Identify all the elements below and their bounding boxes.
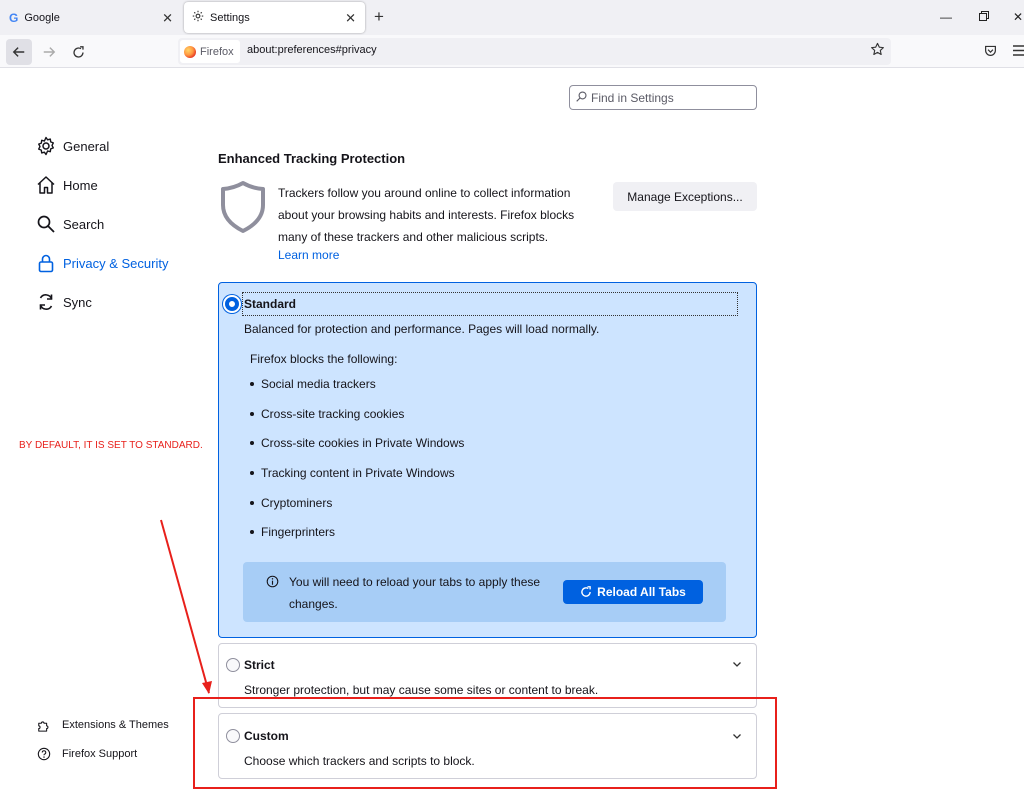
strict-label[interactable]: Strict (244, 658, 275, 672)
back-button[interactable] (6, 39, 32, 65)
reload-button[interactable] (65, 39, 91, 65)
identity-box[interactable]: Firefox (180, 40, 240, 63)
list-item-label: Cross-site tracking cookies (261, 407, 405, 421)
list-item-label: Tracking content in Private Windows (261, 466, 455, 480)
gear-icon (36, 136, 56, 156)
sidebar-link-label: Extensions & Themes (62, 719, 169, 731)
reload-icon (72, 45, 84, 58)
annotation-highlight-box (193, 697, 777, 789)
list-item-label: Social media trackers (261, 377, 376, 391)
menu-icon[interactable] (1013, 44, 1024, 60)
tab-label: Google (24, 11, 60, 24)
chevron-down-icon[interactable] (732, 656, 742, 671)
back-arrow-icon (12, 47, 25, 57)
close-tab-icon[interactable]: ✕ (162, 11, 173, 24)
tab-google[interactable]: G Google ✕ (0, 1, 182, 34)
info-icon (266, 575, 279, 591)
section-title: Enhanced Tracking Protection (218, 151, 406, 166)
sidebar-link-firefox-support[interactable]: Firefox Support (37, 747, 137, 761)
puzzle-icon (37, 718, 51, 732)
sidebar-item-label: Home (63, 177, 98, 193)
restore-icon[interactable] (979, 10, 989, 24)
sidebar-item-label: Privacy & Security (63, 255, 169, 271)
focus-ring (242, 292, 738, 316)
standard-description: Balanced for protection and performance.… (244, 322, 600, 336)
learn-more-link[interactable]: Learn more (278, 248, 339, 262)
list-item-label: Fingerprinters (261, 525, 336, 539)
sidebar-item-label: General (63, 138, 110, 154)
sidebar-link-label: Firefox Support (62, 748, 138, 760)
tab-strip: G Google ✕ Settings ✕ + — ✕ (0, 0, 1024, 35)
bullet-icon (250, 381, 254, 386)
bookmark-star-icon[interactable] (870, 42, 885, 60)
reload-icon (581, 586, 591, 597)
google-g-icon: G (9, 10, 19, 25)
shield-icon (218, 180, 268, 237)
gear-icon (192, 10, 204, 25)
sync-icon (36, 292, 56, 312)
find-in-settings-input[interactable] (591, 90, 751, 105)
annotation-arrow (160, 519, 212, 694)
sidebar-item-general[interactable]: General (36, 135, 109, 157)
url-text[interactable]: about:preferences#privacy (247, 44, 377, 56)
find-in-settings-box[interactable] (569, 85, 757, 110)
sidebar-item-privacy-security[interactable]: Privacy & Security (36, 252, 168, 274)
forward-arrow-icon (43, 47, 56, 57)
list-item-label: Cross-site cookies in Private Windows (261, 436, 465, 450)
list-item-label: Cryptominers (261, 496, 333, 510)
lock-icon (36, 253, 56, 273)
etp-description: Trackers follow you around online to col… (278, 186, 575, 244)
sidebar-item-label: Search (63, 216, 105, 232)
reload-all-tabs-label: Reload All Tabs (597, 585, 686, 599)
help-icon (37, 747, 51, 761)
manage-exceptions-button[interactable]: Manage Exceptions... (613, 182, 757, 211)
search-icon (36, 214, 56, 234)
standard-radio[interactable] (225, 297, 239, 311)
tab-label: Settings (210, 11, 250, 24)
sidebar-item-sync[interactable]: Sync (36, 291, 92, 313)
bullet-icon (250, 411, 254, 416)
sidebar-item-label: Sync (63, 294, 92, 310)
standard-label[interactable]: Standard (244, 297, 296, 311)
bullet-icon (250, 529, 254, 534)
sidebar-item-search[interactable]: Search (36, 213, 104, 235)
list-item: Cross-site cookies in Private Windows (250, 436, 464, 450)
forward-button[interactable] (36, 39, 62, 65)
home-icon (36, 175, 56, 195)
sidebar-item-home[interactable]: Home (36, 174, 98, 196)
bullet-icon (250, 440, 254, 445)
reload-notice-text: You will need to reload your tabs to app… (289, 575, 541, 611)
list-item: Cross-site tracking cookies (250, 407, 404, 421)
close-tab-icon[interactable]: ✕ (345, 11, 356, 24)
new-tab-icon[interactable]: + (374, 8, 384, 25)
annotation-text: BY DEFAULT, IT IS SET TO STANDARD. (19, 440, 203, 451)
pocket-icon[interactable] (984, 44, 997, 60)
bullet-icon (250, 500, 254, 505)
list-item: Tracking content in Private Windows (250, 466, 455, 480)
sidebar-link-extensions-themes[interactable]: Extensions & Themes (37, 718, 169, 732)
close-window-icon[interactable]: ✕ (1013, 10, 1023, 24)
strict-description: Stronger protection, but may cause some … (244, 683, 599, 697)
bullet-icon (250, 470, 254, 475)
list-item: Social media trackers (250, 377, 376, 391)
search-icon (576, 90, 587, 105)
reload-all-tabs-button[interactable]: Reload All Tabs (563, 580, 703, 604)
list-item: Fingerprinters (250, 525, 335, 539)
navigation-toolbar: Firefox about:preferences#privacy (0, 35, 1024, 68)
firefox-logo-icon (184, 45, 196, 58)
strict-radio[interactable] (226, 658, 240, 672)
blocks-title: Firefox blocks the following: (250, 352, 398, 366)
list-item: Cryptominers (250, 496, 332, 510)
tab-settings[interactable]: Settings ✕ (184, 2, 365, 33)
minimize-icon[interactable]: — (940, 10, 952, 24)
identity-label: Firefox (200, 45, 234, 58)
url-bar[interactable]: Firefox about:preferences#privacy (178, 38, 891, 65)
